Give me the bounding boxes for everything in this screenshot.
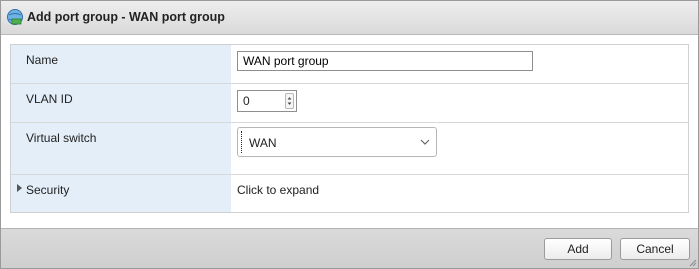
spinner-arrows-icon[interactable] <box>285 93 294 109</box>
dialog-footer: Add Cancel <box>1 228 698 268</box>
virtual-switch-label: Virtual switch <box>26 131 97 145</box>
add-button[interactable]: Add <box>544 238 612 260</box>
add-port-group-dialog: Add port group - WAN port group Name VLA… <box>0 0 699 269</box>
dialog-titlebar[interactable]: Add port group - WAN port group <box>1 1 698 35</box>
form-row-security[interactable]: Security Click to expand <box>11 175 688 212</box>
security-expand-link[interactable]: Click to expand <box>237 183 319 197</box>
name-label-cell: Name <box>11 45 231 83</box>
resize-grip-icon[interactable] <box>688 258 697 267</box>
security-value-cell[interactable]: Click to expand <box>231 175 688 212</box>
security-label-cell[interactable]: Security <box>11 175 231 212</box>
port-group-form: Name VLAN ID 0 <box>10 44 689 213</box>
cancel-button[interactable]: Cancel <box>620 238 690 260</box>
vlan-id-value: 0 <box>243 94 250 108</box>
dialog-content: Name VLAN ID 0 <box>1 35 698 227</box>
vlan-id-label: VLAN ID <box>26 92 73 106</box>
vlan-id-value-cell: 0 <box>231 84 688 122</box>
form-row-virtual-switch: Virtual switch WAN <box>11 123 688 175</box>
virtual-switch-value: WAN <box>249 136 277 150</box>
dialog-title: Add port group - WAN port group <box>27 10 225 24</box>
virtual-switch-select[interactable]: WAN <box>237 127 437 157</box>
expand-triangle-icon[interactable] <box>17 184 22 192</box>
virtual-switch-label-cell: Virtual switch <box>11 123 231 174</box>
select-focus-ring <box>241 131 242 153</box>
name-label: Name <box>26 53 59 67</box>
network-port-group-icon <box>7 9 23 25</box>
virtual-switch-value-cell: WAN <box>231 123 688 174</box>
chevron-down-icon[interactable] <box>420 138 430 146</box>
vlan-id-spinner[interactable]: 0 <box>237 90 297 112</box>
form-row-vlan-id: VLAN ID 0 <box>11 84 688 123</box>
form-row-name: Name <box>11 45 688 84</box>
security-label: Security <box>26 183 70 197</box>
vlan-id-label-cell: VLAN ID <box>11 84 231 122</box>
name-input[interactable] <box>237 51 533 71</box>
name-value-cell <box>231 45 688 83</box>
